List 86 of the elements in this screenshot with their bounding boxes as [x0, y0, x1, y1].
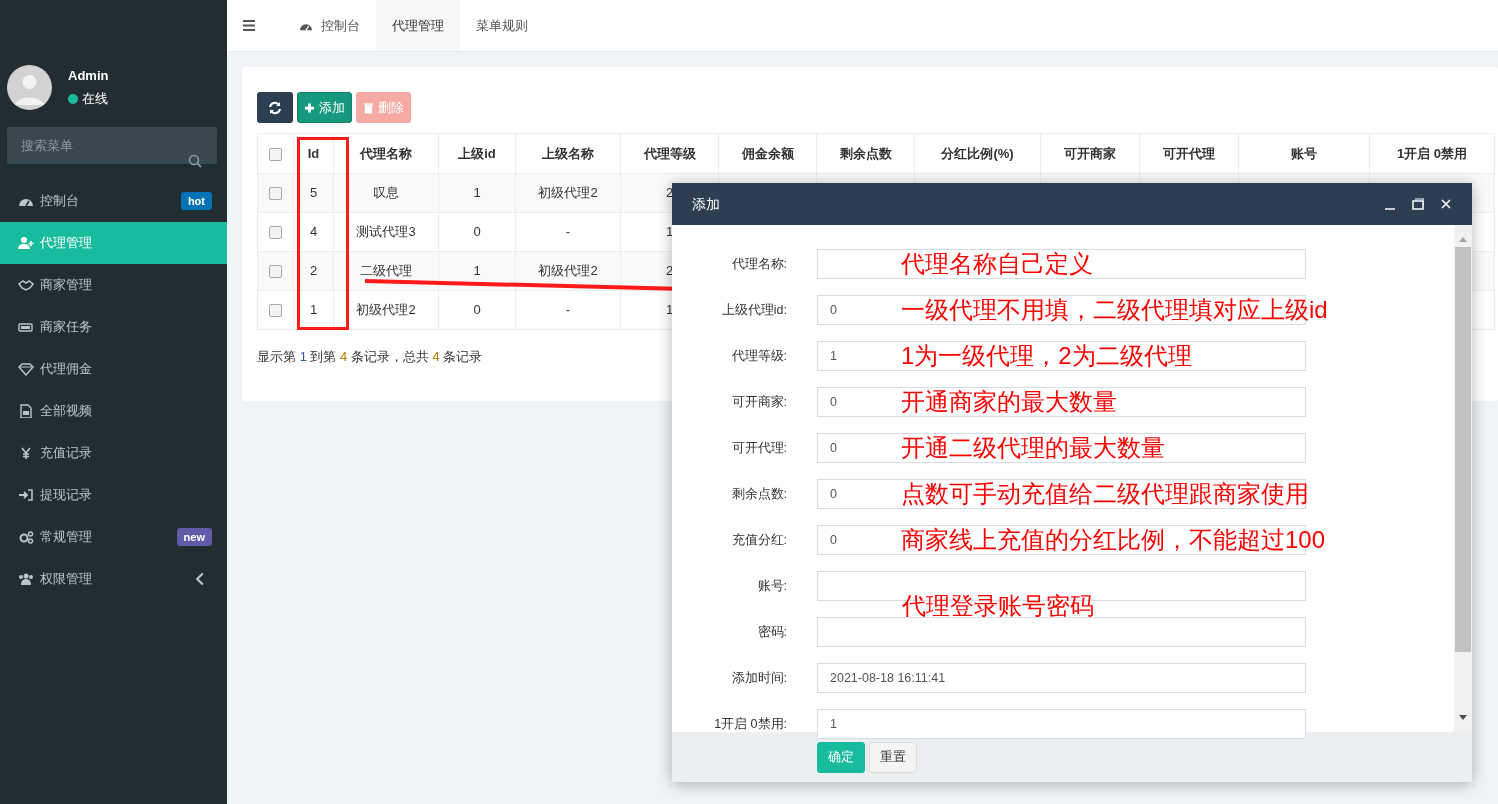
field-label: 密码:: [756, 623, 787, 641]
column-header: 可开代理: [1139, 133, 1239, 174]
menu-badge: new: [176, 527, 212, 547]
menu-item[interactable]: 权限管理: [0, 558, 227, 600]
column-header: 上级名称: [515, 133, 621, 174]
column-header: 可开商家: [1040, 133, 1140, 174]
field-label: 可开代理:: [730, 439, 787, 457]
table-cell: 2: [309, 263, 318, 279]
column-header: 佣金余额: [718, 133, 817, 174]
annotation-text: 代理登录账号密码: [902, 594, 1094, 618]
user-plus-icon: [18, 236, 34, 250]
maximize-icon[interactable]: [1412, 198, 1424, 210]
column-header: 1开启 0禁用: [1369, 133, 1495, 174]
row-checkbox[interactable]: [269, 265, 282, 279]
table-cell: 初级代理2: [538, 185, 598, 201]
table-cell: 测试代理3: [356, 224, 416, 240]
menu-item[interactable]: 全部视频: [0, 390, 227, 432]
column-header: 上级id: [438, 133, 516, 174]
menu-badge: hot: [180, 191, 212, 211]
video-file-icon: [18, 404, 34, 418]
field-label: 添加时间:: [730, 669, 787, 687]
menu-item[interactable]: 提现记录: [0, 474, 227, 516]
users-icon: [18, 572, 34, 586]
search-icon: [188, 154, 202, 168]
search-field[interactable]: 搜索菜单: [7, 127, 217, 164]
menu-icon[interactable]: [243, 20, 255, 31]
table-cell: 0: [473, 302, 481, 318]
input-field[interactable]: 2021-08-18 16:11:41: [817, 663, 1306, 693]
table-cell: 4: [309, 224, 318, 240]
menu-item[interactable]: 充值记录: [0, 432, 227, 474]
dialog-title: 添加: [692, 194, 721, 214]
table-cell: 1: [473, 185, 481, 201]
user-name: Admin: [68, 66, 109, 85]
menu-item[interactable]: 商家任务: [0, 306, 227, 348]
sign-in-icon: [18, 488, 34, 502]
pagination-info: 显示第 1 到第 4 条记录，总共 4 条记录: [257, 348, 483, 366]
column-header: 代理等级: [620, 133, 719, 174]
nav-tab[interactable]: 控制台: [283, 0, 376, 51]
field-label: 充值分红:: [730, 531, 787, 549]
refresh-icon: [268, 100, 282, 115]
close-icon[interactable]: [1440, 198, 1452, 210]
gears-icon: [18, 530, 34, 544]
row-checkbox[interactable]: [269, 226, 282, 240]
add-button[interactable]: 添加: [297, 92, 352, 123]
menu-item[interactable]: 代理佣金: [0, 348, 227, 390]
table-cell: 1: [309, 302, 318, 318]
row-checkbox[interactable]: [269, 187, 282, 201]
field-label: 剩余点数:: [730, 485, 787, 503]
menu-item[interactable]: 控制台 hot: [0, 180, 227, 222]
nav-tab[interactable]: 菜单规则: [460, 0, 544, 51]
field-label: 账号:: [756, 577, 787, 595]
table-cell: 0: [473, 224, 481, 240]
column-header: 账号: [1238, 133, 1370, 174]
avatar-placeholder: [7, 64, 52, 110]
online-dot: [68, 93, 78, 104]
table-cell: -: [565, 224, 571, 240]
select-all-checkbox[interactable]: [269, 147, 282, 161]
diamond-icon: [18, 362, 34, 376]
table-cell: 初级代理2: [538, 263, 598, 279]
table-cell: -: [565, 302, 571, 318]
table-cell: 叹息: [373, 185, 399, 201]
input-field[interactable]: 1: [817, 709, 1306, 739]
user-status: 在线: [82, 90, 108, 108]
table-cell: 二级代理: [360, 263, 412, 279]
field-label: 代理等级:: [730, 347, 787, 365]
reset-button[interactable]: 重置: [869, 741, 917, 773]
input-field[interactable]: [817, 617, 1306, 647]
handshake-icon: [18, 278, 34, 292]
trash-icon: [363, 101, 374, 114]
yen-icon: [18, 446, 34, 460]
refresh-button[interactable]: [257, 92, 293, 123]
table-cell: 5: [309, 185, 318, 201]
table-cell: 初级代理2: [356, 302, 416, 318]
field-label: 可开商家:: [730, 393, 787, 411]
menu-item[interactable]: 常规管理 new: [0, 516, 227, 558]
row-checkbox[interactable]: [269, 304, 282, 318]
plus-icon: [304, 101, 315, 114]
column-header: 剩余点数: [816, 133, 915, 174]
field-label: 代理名称:: [730, 255, 787, 273]
nav-tab[interactable]: 代理管理: [376, 0, 460, 51]
field-label: 上级代理id:: [720, 301, 787, 319]
field-label: 1开启 0禁用:: [713, 715, 787, 733]
column-header: 分红比例(%): [914, 133, 1041, 174]
menu-item[interactable]: 商家管理: [0, 264, 227, 306]
table-cell: 1: [473, 263, 481, 279]
battery-icon: [18, 320, 34, 334]
